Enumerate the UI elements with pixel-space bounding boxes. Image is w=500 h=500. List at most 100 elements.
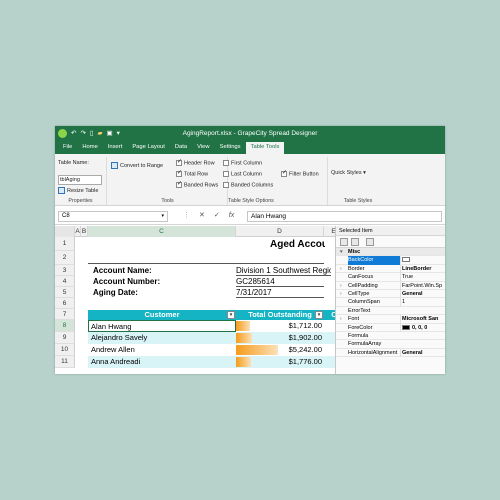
table-cell-customer[interactable]: Andrew Allen [88, 344, 236, 356]
table-header-total-outstanding[interactable]: Total Outstanding ▼ [236, 310, 324, 320]
tab-settings[interactable]: Settings [215, 142, 246, 154]
row-header-4[interactable]: 4 [55, 276, 75, 287]
table-cell-amount[interactable]: $1,712.00 [236, 320, 324, 332]
table-cell-next[interactable] [324, 356, 335, 368]
account-name-value[interactable]: Division 1 Southwest Region [236, 266, 331, 276]
quick-styles-button[interactable]: Quick Styles ▾ [331, 170, 366, 177]
table-cell-next[interactable] [324, 344, 335, 356]
property-value[interactable]: General [400, 348, 445, 358]
filter-button-checkbox[interactable] [281, 170, 287, 177]
aging-date-value[interactable]: 7/31/2017 [236, 288, 324, 298]
resize-table-button[interactable]: Resize Table [58, 187, 98, 195]
property-value[interactable]: True [400, 273, 445, 282]
property-value[interactable]: FarPoint.Win.Sp [400, 281, 445, 290]
row-header-2[interactable]: 2 [55, 251, 75, 265]
property-row[interactable]: BackColor [336, 256, 445, 265]
column-header-e[interactable]: E [324, 226, 335, 237]
property-value[interactable] [400, 256, 445, 265]
column-header-b[interactable]: B [81, 226, 88, 237]
expand-icon[interactable]: › [340, 315, 342, 323]
column-header-d[interactable]: D [236, 226, 324, 237]
property-row[interactable]: FormulaArray [336, 340, 445, 349]
spreadsheet-grid[interactable]: A B C D E 1 2 3 4 5 6 7 8 9 10 11 Aged A… [55, 226, 335, 374]
cancel-icon[interactable]: ✕ [199, 211, 205, 221]
account-number-value[interactable]: GC285614 [236, 277, 324, 287]
banded-columns-option[interactable]: Banded Columns [223, 182, 273, 189]
tab-view[interactable]: View [192, 142, 214, 154]
property-row[interactable]: › Font Microsoft San [336, 315, 445, 324]
table-cell-customer[interactable]: Alan Hwang [88, 320, 236, 332]
property-pages-icon[interactable] [366, 238, 374, 246]
total-row-checkbox[interactable] [176, 170, 182, 177]
function-icon[interactable]: fx [229, 211, 234, 221]
data-bar [236, 357, 251, 367]
row-header-5[interactable]: 5 [55, 287, 75, 298]
row-header-7[interactable]: 7 [55, 309, 75, 320]
chevron-down-icon[interactable]: ▾ [161, 212, 164, 221]
collapse-icon[interactable]: ▾ [340, 248, 343, 256]
table-header-next[interactable]: C [324, 310, 335, 320]
property-value[interactable]: Microsoft San [400, 315, 445, 324]
total-row-option[interactable]: Total Row [176, 170, 208, 178]
tab-file[interactable]: File [58, 142, 77, 154]
property-row[interactable]: › CellPadding FarPoint.Win.Sp [336, 281, 445, 290]
row-header-10[interactable]: 10 [55, 344, 75, 356]
property-row[interactable]: ErrorText [336, 307, 445, 316]
formula-input[interactable]: Alan Hwang [247, 211, 442, 222]
name-box[interactable]: C8 ▾ [58, 211, 168, 222]
expand-icon[interactable]: › [340, 282, 342, 290]
table-name-input[interactable]: tblAging [58, 175, 102, 185]
property-row[interactable]: › CellType General [336, 290, 445, 299]
header-row-checkbox[interactable] [176, 159, 182, 166]
property-row[interactable]: Formula [336, 332, 445, 341]
tab-page-layout[interactable]: Page Layout [127, 142, 170, 154]
filter-dropdown-icon[interactable]: ▼ [315, 311, 323, 319]
table-cell-amount[interactable]: $5,242.00 [236, 344, 324, 356]
filter-dropdown-icon[interactable]: ▼ [227, 311, 235, 319]
row-header-3[interactable]: 3 [55, 265, 75, 276]
tab-data[interactable]: Data [170, 142, 192, 154]
row-header-1[interactable]: 1 [55, 237, 75, 251]
property-value[interactable]: 0, 0, 0 [400, 323, 445, 332]
property-row[interactable]: ColumnSpan 1 [336, 298, 445, 307]
row-header-11[interactable]: 11 [55, 356, 75, 368]
last-column-option[interactable]: Last Column [223, 171, 262, 178]
table-cell-next[interactable] [324, 332, 335, 344]
property-category[interactable]: ▾ Misc [336, 248, 445, 257]
categorized-icon[interactable] [340, 238, 348, 246]
convert-to-range-button[interactable]: Convert to Range [111, 162, 163, 170]
table-cell-amount[interactable]: $1,776.00 [236, 356, 324, 368]
property-row[interactable]: ForeColor 0, 0, 0 [336, 323, 445, 332]
alphabetical-icon[interactable] [351, 238, 359, 246]
first-column-checkbox[interactable] [223, 160, 229, 166]
filter-button-option[interactable]: Filter Button [281, 170, 319, 178]
expand-icon[interactable]: › [340, 265, 342, 273]
row-header-9[interactable]: 9 [55, 332, 75, 344]
table-header-customer[interactable]: Customer ▼ [88, 310, 236, 320]
row-header-8[interactable]: 8 [55, 320, 75, 332]
column-header-c[interactable]: C [88, 226, 236, 237]
table-cell-customer[interactable]: Anna Andreadi [88, 356, 236, 368]
property-value[interactable]: LineBorder [400, 264, 445, 274]
property-row[interactable]: HorizontalAlignment General [336, 348, 445, 358]
table-cell-amount[interactable]: $1,902.00 [236, 332, 324, 344]
expand-icon[interactable]: › [340, 290, 342, 298]
select-all-corner[interactable] [55, 226, 75, 237]
banded-rows-option[interactable]: Banded Rows [176, 181, 218, 189]
first-column-option[interactable]: First Column [223, 160, 262, 167]
property-row[interactable]: CanFocus True [336, 273, 445, 282]
header-row-option[interactable]: Header Row [176, 159, 215, 167]
confirm-icon[interactable]: ✓ [214, 211, 220, 221]
row-header-6[interactable]: 6 [55, 298, 75, 309]
tab-table-tools[interactable]: Table Tools [245, 142, 285, 154]
table-cell-customer[interactable]: Alejandro Savely [88, 332, 236, 344]
banded-columns-checkbox[interactable] [223, 182, 229, 188]
table-cell-next[interactable] [324, 320, 335, 332]
property-row[interactable]: › Border LineBorder [336, 264, 445, 274]
tab-home[interactable]: Home [77, 142, 102, 154]
property-value[interactable]: 1 [400, 298, 445, 307]
property-value[interactable]: General [400, 290, 445, 299]
banded-rows-checkbox[interactable] [176, 181, 182, 188]
last-column-checkbox[interactable] [223, 171, 229, 177]
tab-insert[interactable]: Insert [103, 142, 128, 154]
